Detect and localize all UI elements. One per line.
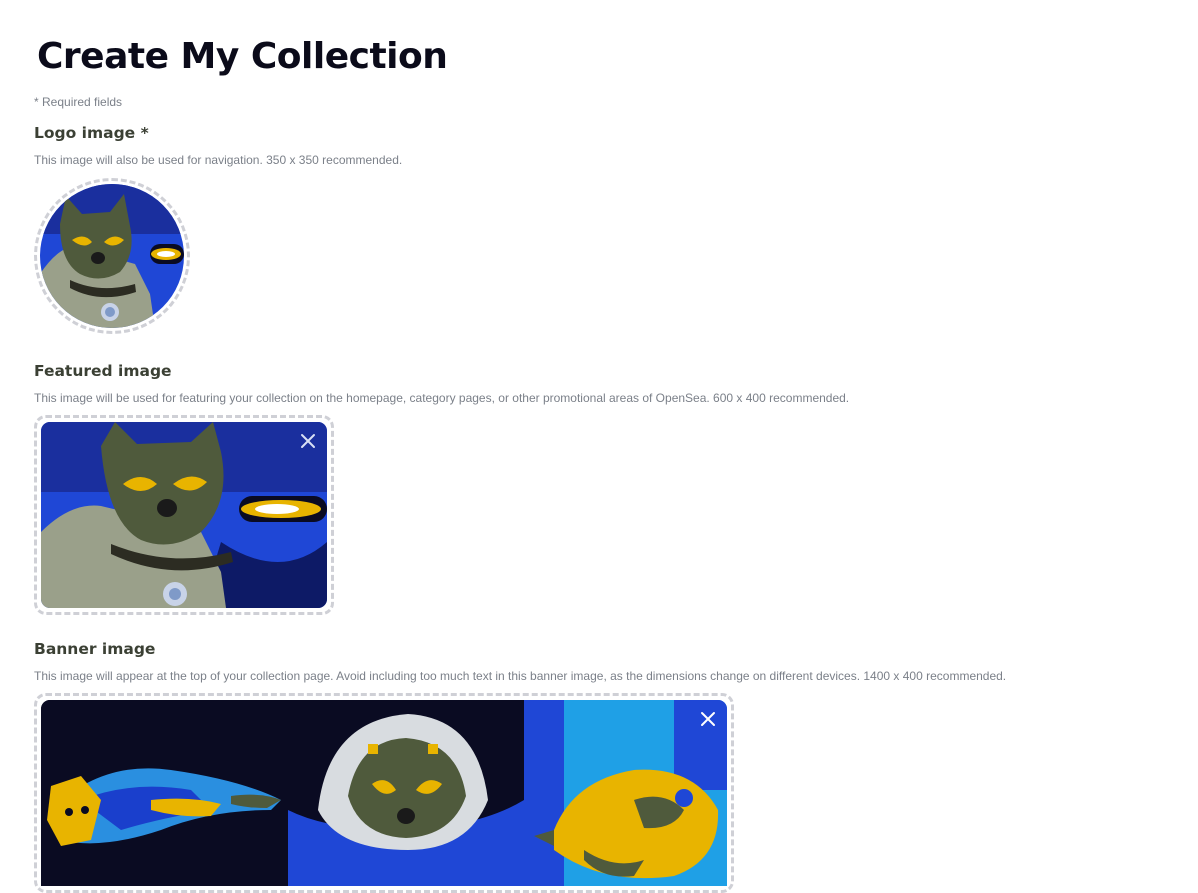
logo-image-description: This image will also be used for navigat… [34,153,403,167]
close-icon [301,434,315,448]
remove-banner-image-button[interactable] [695,706,721,732]
cat-portrait-image [41,422,327,608]
featured-image-label: Featured image [34,362,172,380]
remove-featured-image-button[interactable] [295,428,321,454]
banner-image-dropzone[interactable] [34,693,734,893]
logo-image-label: Logo image * [34,124,149,142]
banner-image-label: Banner image [34,640,156,658]
logo-image-preview [40,184,184,328]
banner-image-description: This image will appear at the top of you… [34,669,1007,683]
cat-portrait-image [40,184,184,328]
close-icon [701,712,715,726]
logo-image-dropzone[interactable] [34,178,190,334]
kitten-portrait-image [288,700,524,886]
lying-cat-image [41,700,288,886]
banner-panel [288,700,524,886]
featured-image-preview [41,422,327,608]
required-fields-note: * Required fields [34,95,123,109]
banner-image-preview [41,700,727,886]
banner-panel [41,700,288,886]
banner-panel [524,700,727,886]
page-title: Create My Collection [37,36,448,77]
featured-image-dropzone[interactable] [34,415,334,615]
featured-image-description: This image will be used for featuring yo… [34,391,850,405]
